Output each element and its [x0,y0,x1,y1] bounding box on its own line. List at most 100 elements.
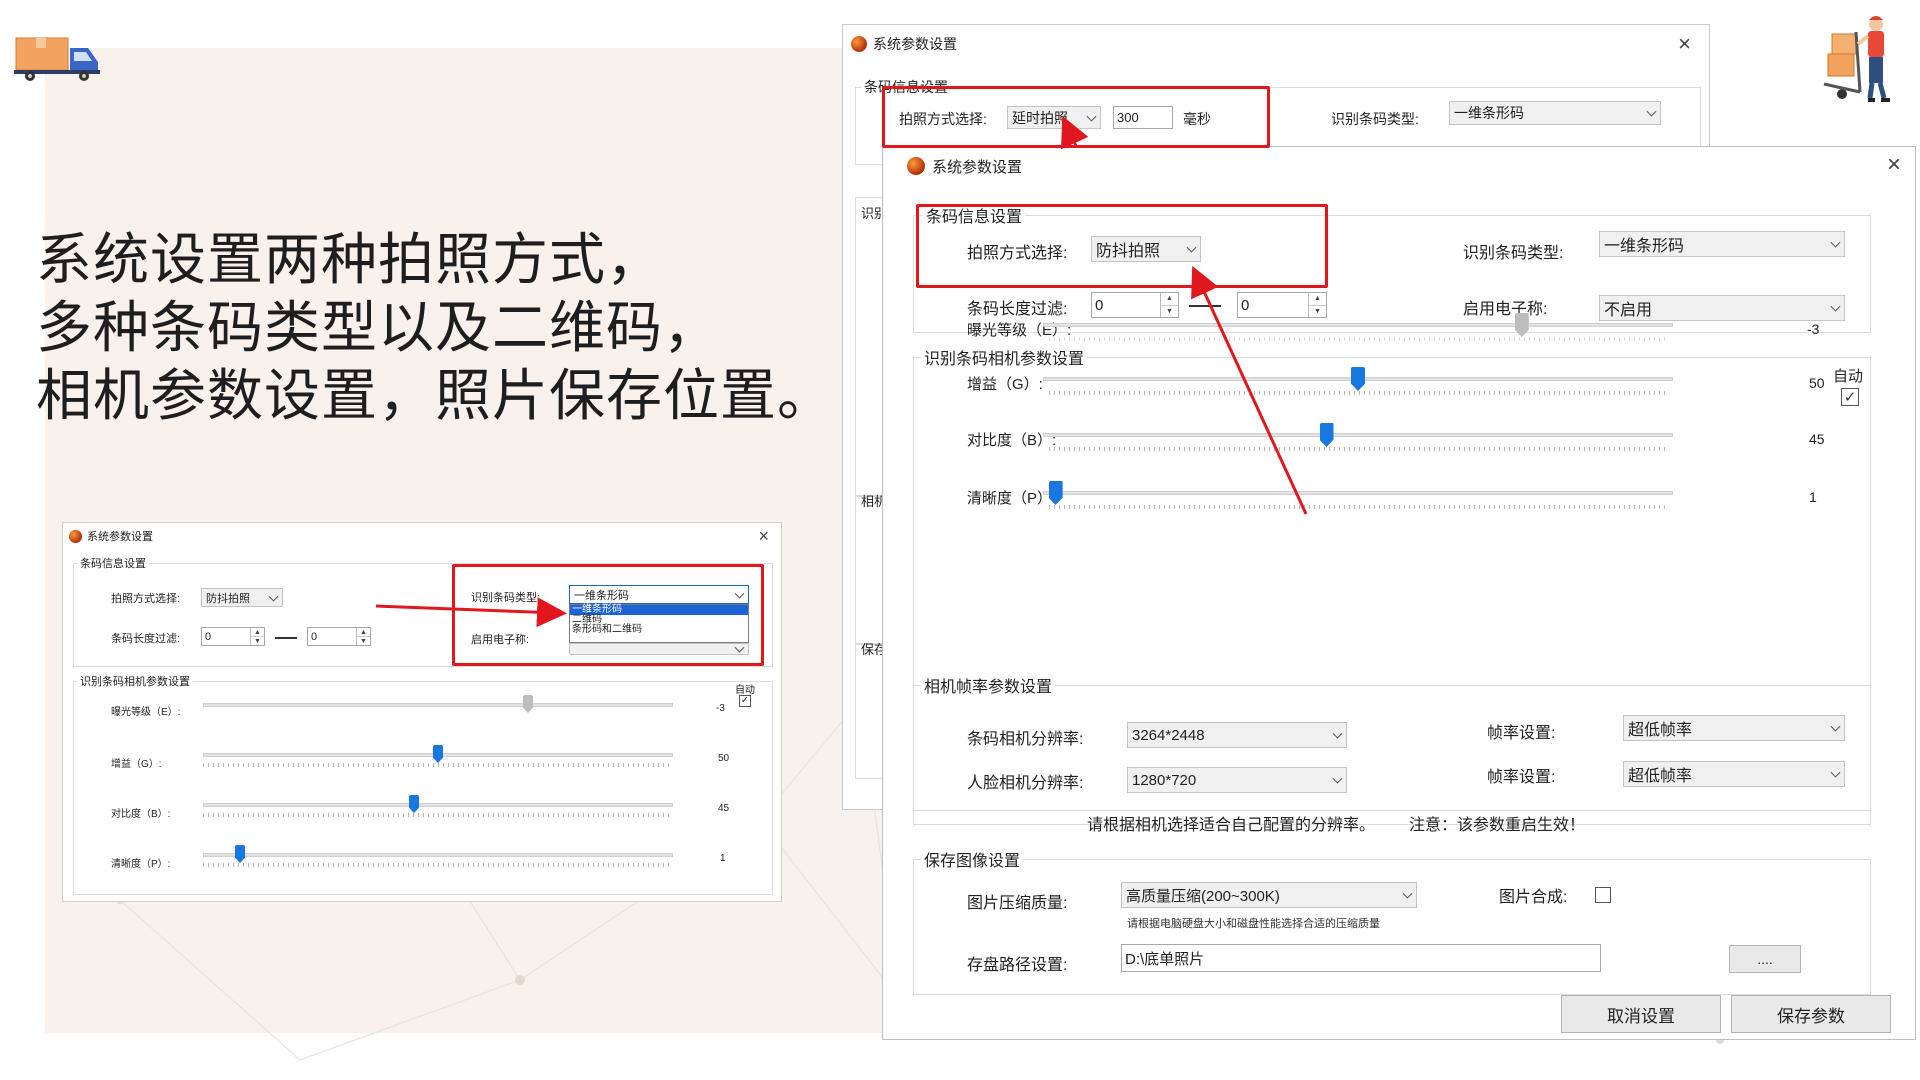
main-exposure-track [1043,323,1673,327]
small-barcode-group-title: 条码信息设置 [77,555,149,571]
small-camera-group-title: 识别条码相机参数设置 [77,673,193,689]
main-barcode-type-select[interactable]: 一维条形码 [1599,231,1845,257]
back-dialog-close-button[interactable]: × [1678,31,1691,57]
headline-line-3: 相机参数设置，照片保存位置。 [36,364,834,427]
main-barcode-res-select[interactable]: 3264*2448 [1127,722,1347,748]
small-dialog-close-button[interactable]: × [758,526,769,547]
spin-up-icon[interactable]: ▲ [251,628,264,636]
back-barcode-type-select[interactable]: 一维条形码 [1449,101,1661,125]
main-camera-group-title: 识别条码相机参数设置 [921,345,1088,369]
back-dialog-title: 系统参数设置 [873,36,957,52]
main-length-max-spinner[interactable]: 0 ▲ ▼ [1237,292,1327,318]
main-exposure-value: -3 [1807,321,1820,337]
main-compose-checkbox[interactable] [1595,887,1611,903]
small-gain-value: 50 [718,753,730,764]
save-parameters-button[interactable]: 保存参数 [1731,995,1891,1033]
main-exposure-thumb [1514,313,1529,337]
spin-down-icon[interactable]: ▼ [1309,304,1326,318]
main-image-group-title: 保存图像设置 [921,847,1024,871]
small-contrast-track[interactable] [203,803,673,807]
small-dialog-titlebar: 系统参数设置 [63,523,781,549]
chevron-down-icon [1332,773,1343,784]
cancel-settings-button[interactable]: 取消设置 [1561,995,1721,1033]
spin-up-icon[interactable]: ▲ [1161,293,1178,305]
small-shoot-mode-label: 拍照方式选择: [111,593,181,605]
slider-ticks [203,863,673,867]
spin-down-icon[interactable]: ▼ [1161,304,1178,318]
slider-ticks [1049,337,1667,341]
chevron-down-icon [1402,888,1413,899]
headline-line-1: 系统设置两种拍照方式， [36,228,663,291]
spin-up-icon[interactable]: ▲ [357,628,370,636]
main-fps-select-1[interactable]: 超低帧率 [1623,715,1845,741]
chevron-down-icon [1830,237,1841,248]
main-compress-select[interactable]: 高质量压缩(200~300K) [1121,882,1417,908]
main-dialog-title: 系统参数设置 [932,158,1023,176]
small-length-filter-label: 条码长度过滤: [111,633,181,645]
small-length-max-spinner[interactable]: 0 ▲ ▼ [307,627,371,646]
main-path-input[interactable]: D:\底单照片 [1121,944,1601,972]
main-face-res-select[interactable]: 1280*720 [1127,767,1347,793]
main-compress-hint: 请根据电脑硬盘大小和磁盘性能选择合适的压缩质量 [1127,918,1380,930]
small-slider-label: 增益（G）: [111,759,162,770]
main-fps-select-2[interactable]: 超低帧率 [1623,761,1845,787]
small-shoot-mode-select[interactable]: 防抖拍照 [201,588,283,607]
main-auto-checkbox[interactable]: ✓ [1841,388,1859,406]
app-logo-icon [851,36,867,52]
main-contrast-track[interactable] [1043,433,1673,437]
range-dash [275,637,297,639]
chevron-down-icon [268,591,279,602]
main-res-hint: 请根据相机选择适合自己配置的分辨率。 [1087,817,1376,834]
main-scale-label: 启用电子称: [1463,301,1548,318]
back-dialog-titlebar: 系统参数设置 [843,25,1709,63]
small-contrast-value: 45 [718,803,730,814]
headline-line-2: 多种条码类型以及二维码， [36,296,720,359]
chevron-down-icon [1830,721,1841,732]
browse-button[interactable]: .... [1729,945,1801,973]
slider-ticks [1049,505,1667,509]
small-auto-checkbox[interactable]: ✓ [739,695,751,707]
main-length-filter-label: 条码长度过滤: [967,301,1068,318]
main-barcode-type-label: 识别条码类型: [1463,245,1564,262]
small-slider-label: 清晰度（P）: [111,859,171,870]
slider-ticks [203,763,673,767]
main-auto-label: 自动 [1833,368,1864,385]
main-compress-label: 图片压缩质量: [967,895,1068,912]
slider-ticks [1049,391,1667,395]
app-logo-icon [907,157,925,175]
small-auto-label: 自动 [735,685,755,696]
chevron-down-icon [1830,301,1841,312]
main-scale-select[interactable]: 不启用 [1599,295,1845,321]
main-sharpness-track[interactable] [1043,491,1673,495]
main-fps-label-2: 帧率设置: [1487,769,1556,786]
spin-down-icon[interactable]: ▼ [251,636,264,645]
spin-down-icon[interactable]: ▼ [357,636,370,645]
annotation-highlight-back-shoot-mode [882,86,1270,148]
annotation-highlight-main-shoot-mode [916,204,1328,288]
courier-with-boxes-icon [1823,16,1890,102]
chevron-down-icon [1646,106,1657,117]
small-length-min-spinner[interactable]: 0 ▲ ▼ [201,627,265,646]
spin-up-icon[interactable]: ▲ [1309,293,1326,305]
main-gain-label: 增益（G）: [967,376,1043,393]
main-fps-label-1: 帧率设置: [1487,725,1556,742]
main-length-min-spinner[interactable]: 0 ▲ ▼ [1091,292,1179,318]
main-restart-hint: 注意：该参数重启生效！ [1409,817,1586,834]
slider-ticks [1049,447,1667,451]
chevron-down-icon [1830,767,1841,778]
small-exposure-value: -3 [716,703,725,714]
main-dialog-close-button[interactable]: × [1887,151,1901,179]
main-dialog-titlebar: 系统参数设置 [883,147,1915,185]
main-sharpness-value: 1 [1809,489,1817,505]
slider-ticks [203,813,673,817]
main-contrast-value: 45 [1809,431,1825,447]
small-sharpness-track[interactable] [203,853,673,857]
main-path-label: 存盘路径设置: [967,957,1068,974]
small-exposure-track[interactable] [203,703,673,707]
main-compose-label: 图片合成: [1499,889,1568,906]
back-barcode-type-label: 识别条码类型: [1331,111,1419,127]
app-logo-icon [69,529,82,543]
main-face-res-label: 人脸相机分辨率: [967,775,1084,792]
headline: 系统设置两种拍照方式， 多种条码类型以及二维码， 相机参数设置，照片保存位置。 [36,226,876,430]
small-dialog-title: 系统参数设置 [87,531,153,543]
